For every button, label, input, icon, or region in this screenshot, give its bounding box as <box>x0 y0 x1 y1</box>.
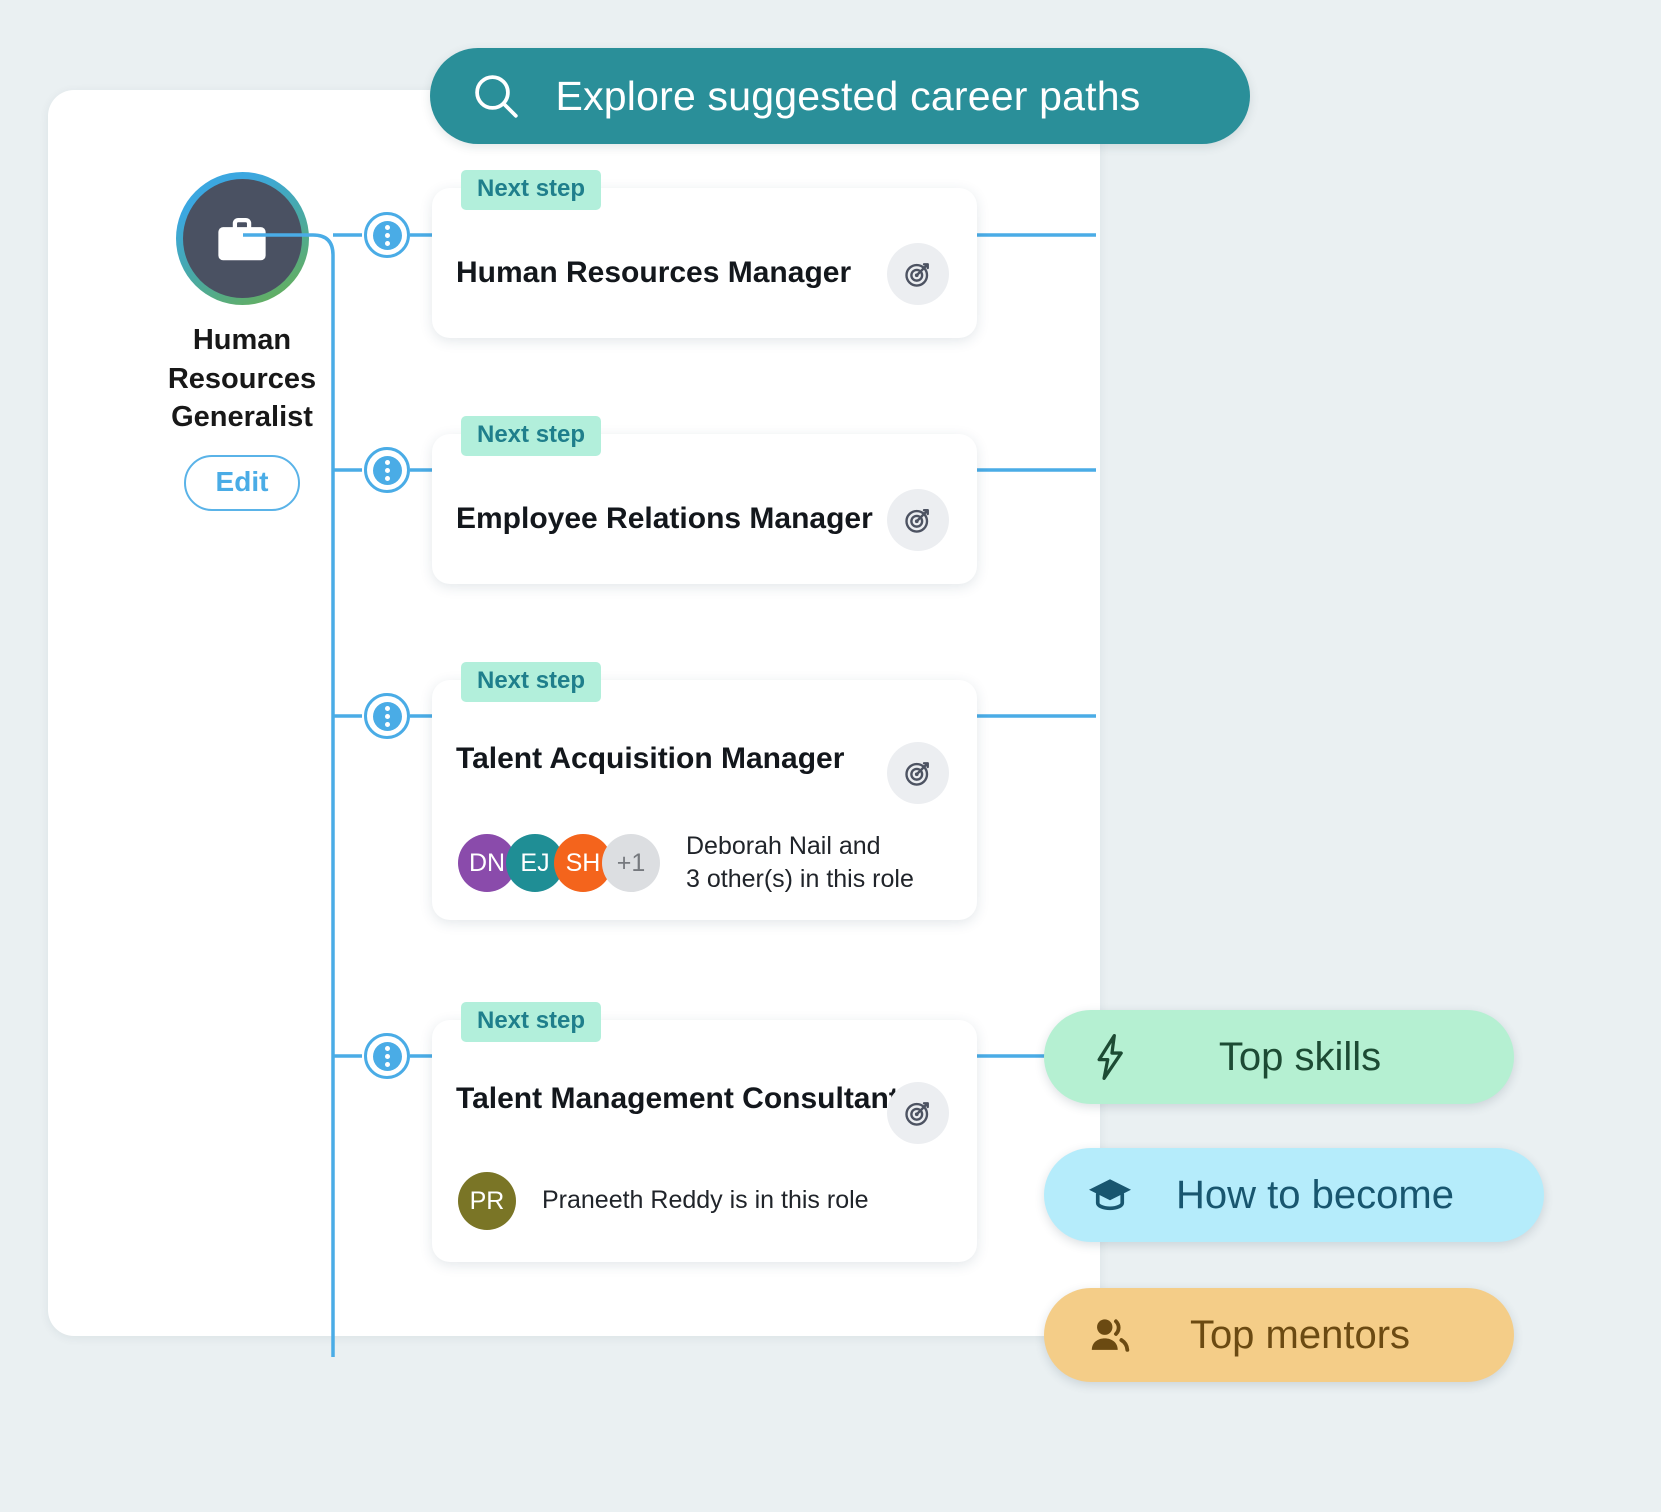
people-text-line2: 3 other(s) in this role <box>686 865 914 894</box>
search-icon <box>475 75 518 118</box>
card-title: Human Resources Manager <box>456 256 852 289</box>
mentors-people-icon <box>1084 1309 1136 1361</box>
explore-title: Explore suggested career paths <box>555 72 1141 119</box>
card-title: Talent Acquisition Manager <box>456 742 845 775</box>
how-to-become-pill[interactable]: How to become <box>1044 1148 1544 1242</box>
people-in-role-row[interactable]: DN EJ SH +1 Deborah Nail and 3 other(s) … <box>458 830 914 897</box>
next-step-badge: Next step <box>461 1002 602 1042</box>
root-role-label: Human Resources Generalist <box>108 321 376 437</box>
edit-button[interactable]: Edit <box>183 454 301 511</box>
card-title: Employee Relations Manager <box>456 502 873 535</box>
people-in-role-text: Deborah Nail and 3 other(s) in this role <box>686 830 914 897</box>
people-text-line1: Deborah Nail and <box>686 832 881 860</box>
top-skills-label: Top skills <box>1218 1034 1382 1079</box>
root-label-line1: Human <box>192 324 292 356</box>
career-path-canvas: Human Resources Generalist Edit Next ste… <box>0 0 1661 1512</box>
root-label-line3: Generalist <box>171 401 313 434</box>
vertical-ellipsis-icon <box>372 1041 402 1071</box>
top-mentors-pill[interactable]: Top mentors <box>1044 1288 1514 1382</box>
target-icon <box>905 263 929 287</box>
avatar <box>182 179 302 298</box>
vertical-ellipsis-icon <box>372 701 402 731</box>
avatar-stack: DN EJ SH +1 <box>458 834 660 893</box>
career-card-4[interactable]: Next step Talent Management Consultant P… <box>432 1002 977 1262</box>
set-goal-button[interactable] <box>887 742 949 804</box>
next-step-badge: Next step <box>461 662 602 702</box>
avatar-stack: PR <box>458 1172 516 1230</box>
people-in-role-text: Praneeth Reddy is in this role <box>542 1184 869 1217</box>
branch-menu-dot-3[interactable] <box>364 693 410 739</box>
how-to-become-label: How to become <box>1176 1172 1454 1217</box>
next-step-badge: Next step <box>461 170 602 210</box>
people-text-line1: Praneeth Reddy is in this role <box>542 1186 869 1215</box>
next-step-badge: Next step <box>461 416 602 456</box>
branch-menu-dot-4[interactable] <box>364 1033 410 1079</box>
branch-menu-dot-1[interactable] <box>364 212 410 258</box>
briefcase-icon <box>218 217 266 260</box>
career-card-2[interactable]: Next step Employee Relations Manager <box>432 416 977 584</box>
top-mentors-label: Top mentors <box>1189 1312 1411 1357</box>
target-icon <box>905 509 929 533</box>
set-goal-button[interactable] <box>887 489 949 551</box>
vertical-ellipsis-icon <box>372 220 402 250</box>
branch-menu-dot-2[interactable] <box>364 447 410 493</box>
card-title: Talent Management Consultant <box>456 1082 899 1115</box>
vertical-ellipsis-icon <box>372 455 402 485</box>
set-goal-button[interactable] <box>887 243 949 305</box>
avatar-ring <box>175 172 309 305</box>
people-in-role-row[interactable]: PR Praneeth Reddy is in this role <box>458 1172 869 1230</box>
explore-career-paths-button[interactable]: Explore suggested career paths <box>430 48 1250 144</box>
career-card-1[interactable]: Next step Human Resources Manager <box>432 170 977 338</box>
graduation-cap-icon <box>1084 1169 1136 1221</box>
target-icon <box>905 762 929 786</box>
target-icon <box>905 1102 929 1126</box>
set-goal-button[interactable] <box>887 1082 949 1144</box>
person-avatar[interactable]: PR <box>458 1172 516 1230</box>
more-people-avatar[interactable]: +1 <box>602 834 660 893</box>
root-role-node[interactable]: Human Resources Generalist Edit <box>108 172 376 511</box>
lightning-bolt-icon <box>1084 1031 1136 1083</box>
career-card-3[interactable]: Next step Talent Acquisition Manager DN … <box>432 662 977 920</box>
root-label-line2: Resources <box>167 362 317 395</box>
top-skills-pill[interactable]: Top skills <box>1044 1010 1514 1104</box>
